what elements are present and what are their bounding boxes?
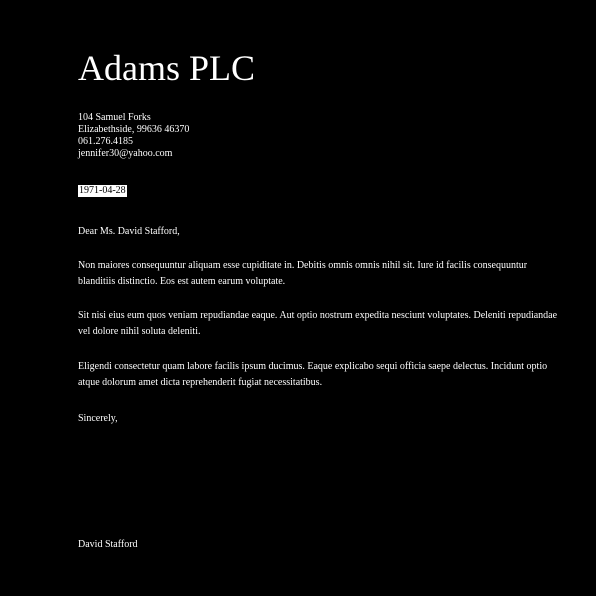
address-street: 104 Samuel Forks	[78, 112, 151, 123]
body-paragraph-1: Non maiores consequuntur aliquam esse cu…	[78, 260, 528, 287]
address-phone: 061.276.4185	[78, 136, 133, 147]
closing: Sincerely,	[78, 413, 118, 424]
salutation: Dear Ms. David Stafford,	[78, 226, 180, 237]
signature-name: David Stafford	[78, 539, 138, 550]
body-paragraph-2: Sit nisi eius eum quos veniam repudianda…	[78, 310, 558, 337]
address-email: jennifer30@yahoo.com	[78, 148, 173, 159]
sender-address-block: 104 Samuel Forks Elizabethside, 99636 46…	[78, 112, 378, 160]
letter-page: Adams PLC 104 Samuel Forks Elizabethside…	[0, 0, 596, 596]
letter-date: 1971-04-28	[78, 185, 127, 197]
body-paragraph-3: Eligendi consectetur quam labore facilis…	[78, 361, 548, 388]
company-name: Adams PLC	[78, 48, 256, 88]
address-city-line: Elizabethside, 99636 46370	[78, 124, 190, 135]
